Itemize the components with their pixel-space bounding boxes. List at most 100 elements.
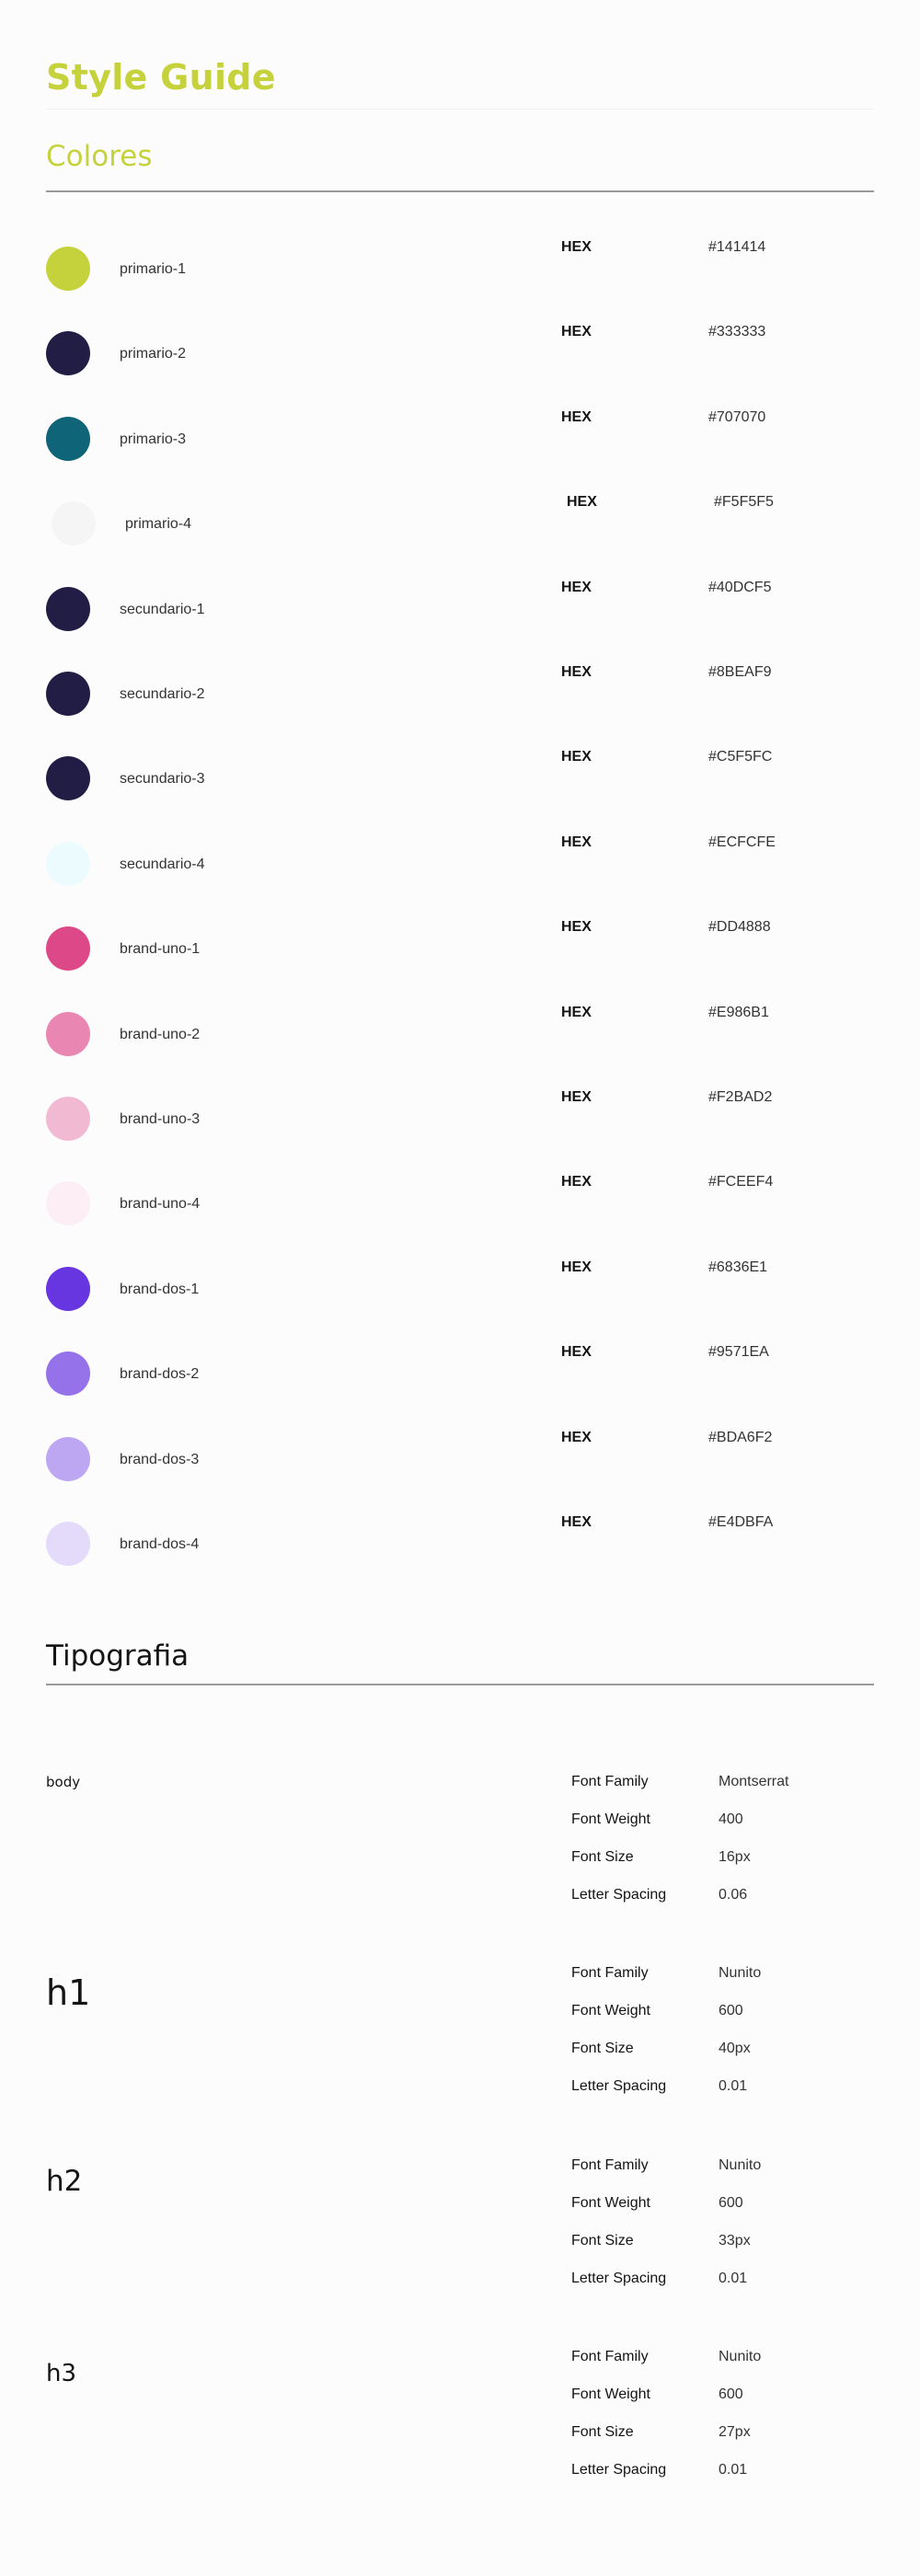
color-swatch xyxy=(46,1181,90,1226)
color-name: primario-3 xyxy=(120,431,187,447)
color-name: brand-dos-1 xyxy=(120,1281,200,1297)
property-row: Font Family Nunito xyxy=(571,2157,874,2179)
property-label: Letter Spacing xyxy=(571,2078,667,2094)
type-block-h1: h1 Font Family Nunito Font Weight 600 Font Si… xyxy=(46,1965,874,2131)
color-name: brand-dos-2 xyxy=(120,1366,200,1383)
colores-heading: Colores xyxy=(46,140,153,173)
hex-value: #141414 xyxy=(708,239,766,255)
hex-label: HEX xyxy=(567,494,597,511)
tipografia-heading: Tipografia xyxy=(46,1639,190,1673)
property-value: 600 xyxy=(719,2003,743,2018)
color-swatch xyxy=(46,247,90,291)
property-label: Letter Spacing xyxy=(571,2271,667,2286)
color-row: primario-1 HEX #141414 xyxy=(46,239,874,294)
property-value: Montserrat xyxy=(719,1774,789,1789)
hex-label: HEX xyxy=(561,239,592,255)
color-name: brand-uno-4 xyxy=(120,1196,201,1213)
type-sample: body xyxy=(46,1774,81,1790)
color-swatch xyxy=(46,1266,90,1311)
hex-value: #ECFCFE xyxy=(708,834,776,850)
property-value: 400 xyxy=(719,1811,743,1827)
color-row: brand-uno-3 HEX #F2BAD2 xyxy=(46,1089,874,1144)
color-row: secundario-2 HEX #8BEAF9 xyxy=(46,664,874,719)
hex-value: #FCEEF4 xyxy=(708,1174,774,1190)
property-label: Font Family xyxy=(571,1965,649,1981)
hex-value: #8BEAF9 xyxy=(708,664,772,680)
property-row: Font Size 40px xyxy=(571,2041,874,2063)
color-swatch xyxy=(46,841,90,886)
color-name: secundario-4 xyxy=(120,856,205,872)
colores-divider xyxy=(46,190,874,192)
property-value: Nunito xyxy=(719,2349,762,2364)
color-row: secundario-4 HEX #ECFCFE xyxy=(46,834,874,890)
property-row: Font Weight 600 xyxy=(571,2386,874,2409)
property-label: Font Size xyxy=(571,2424,634,2440)
color-swatch xyxy=(46,1522,90,1566)
hex-value: #6836E1 xyxy=(708,1259,768,1275)
color-name: secundario-1 xyxy=(120,601,205,617)
property-row: Font Weight 600 xyxy=(571,2195,874,2217)
hex-value: #40DCF5 xyxy=(708,579,772,595)
hex-value: #E4DBFA xyxy=(708,1514,774,1530)
hex-value: #F5F5F5 xyxy=(714,494,774,511)
property-value: 16px xyxy=(719,1849,751,1865)
hex-label: HEX xyxy=(561,1344,592,1361)
color-swatch xyxy=(46,1351,90,1397)
hex-value: #707070 xyxy=(708,408,766,425)
color-row: primario-2 HEX #333333 xyxy=(46,324,874,379)
property-row: Font Weight 600 xyxy=(571,2003,874,2025)
color-name: secundario-2 xyxy=(120,686,205,702)
hex-label: HEX xyxy=(561,834,592,850)
property-row: Font Weight 400 xyxy=(571,1811,874,1834)
hex-label: HEX xyxy=(561,1429,592,1445)
property-label: Font Weight xyxy=(571,2386,650,2402)
color-swatch xyxy=(46,926,90,972)
property-value: Nunito xyxy=(719,2157,762,2173)
tipografia-divider xyxy=(46,1684,874,1685)
color-swatch xyxy=(46,1011,90,1056)
hex-value: #333333 xyxy=(708,324,766,340)
property-label: Font Weight xyxy=(571,2195,650,2211)
hex-value: #9571EA xyxy=(708,1344,769,1361)
hex-value: #C5F5FC xyxy=(708,749,773,765)
property-label: Font Weight xyxy=(571,2003,650,2018)
hex-label: HEX xyxy=(561,1259,592,1275)
hex-label: HEX xyxy=(561,1089,592,1105)
color-swatch xyxy=(46,672,90,716)
hex-value: #DD4888 xyxy=(708,919,771,936)
property-row: Font Family Montserrat xyxy=(571,1774,874,1796)
type-block-h3: h3 Font Family Nunito Font Weight 600 Font Si… xyxy=(46,2349,874,2514)
property-row: Font Size 27px xyxy=(571,2424,874,2446)
hex-value: #E986B1 xyxy=(708,1004,769,1020)
property-label: Font Family xyxy=(571,2157,649,2173)
property-row: Letter Spacing 0.01 xyxy=(571,2078,874,2100)
color-name: secundario-3 xyxy=(120,771,205,788)
color-row: brand-uno-4 HEX #FCEEF4 xyxy=(46,1174,874,1229)
property-label: Font Family xyxy=(571,1774,649,1789)
property-label: Font Weight xyxy=(571,1811,650,1827)
property-label: Letter Spacing xyxy=(571,1887,667,1903)
color-row: primario-3 HEX #707070 xyxy=(46,409,874,465)
hex-label: HEX xyxy=(561,324,592,340)
property-value: 600 xyxy=(719,2386,743,2402)
color-row: brand-uno-1 HEX #DD4888 xyxy=(46,919,874,974)
type-sample: h2 xyxy=(46,2165,83,2198)
color-swatch xyxy=(46,1436,90,1481)
color-name: brand-dos-3 xyxy=(120,1451,200,1467)
color-swatch xyxy=(46,1097,90,1141)
color-row: primario-4 HEX #F5F5F5 xyxy=(46,494,874,549)
hex-label: HEX xyxy=(561,749,592,765)
color-name: primario-1 xyxy=(120,261,187,277)
type-block-h2: h2 Font Family Nunito Font Weight 600 Font Si… xyxy=(46,2157,874,2323)
color-row: brand-dos-4 HEX #E4DBFA xyxy=(46,1514,874,1570)
color-swatch xyxy=(46,331,90,376)
color-row: brand-dos-2 HEX #9571EA xyxy=(46,1344,874,1399)
hex-label: HEX xyxy=(561,1174,592,1190)
color-name: primario-2 xyxy=(120,346,187,362)
color-name: brand-uno-2 xyxy=(120,1026,201,1042)
property-row: Font Family Nunito xyxy=(571,2349,874,2371)
property-value: 0.01 xyxy=(719,2271,748,2286)
property-label: Font Size xyxy=(571,2233,634,2248)
property-row: Font Size 33px xyxy=(571,2233,874,2255)
hex-label: HEX xyxy=(561,919,592,936)
